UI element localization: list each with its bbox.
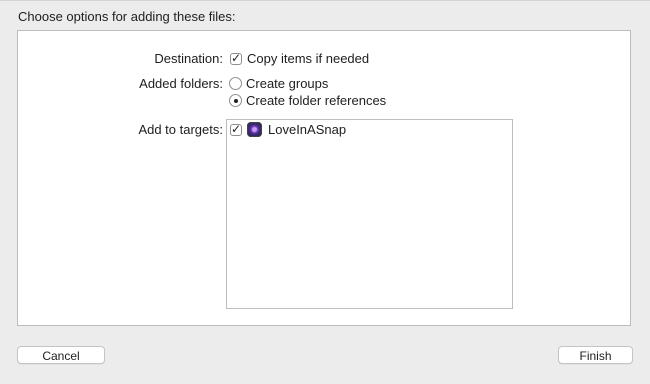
create-folder-references-option[interactable]: Create folder references (229, 93, 386, 108)
targets-list[interactable]: ✓ LoveInASnap (226, 119, 513, 309)
create-groups-option[interactable]: Create groups (229, 76, 328, 91)
checkmark-icon: ✓ (231, 50, 242, 65)
checkmark-icon: ✓ (231, 121, 242, 136)
target-item[interactable]: ✓ LoveInASnap (230, 122, 346, 137)
add-to-targets-label: Add to targets: (138, 122, 223, 137)
target-name: LoveInASnap (268, 122, 347, 137)
target-checkbox[interactable]: ✓ (230, 121, 242, 136)
app-icon (247, 122, 262, 137)
create-groups-radio[interactable] (229, 77, 242, 90)
copy-items-option[interactable]: ✓ Copy items if needed (230, 51, 369, 66)
create-folder-references-radio[interactable] (229, 94, 242, 107)
added-folders-label: Added folders: (139, 76, 223, 91)
create-folder-references-label: Create folder references (246, 93, 387, 108)
radio-selected-dot (233, 98, 238, 103)
sheet-top-border (0, 0, 650, 1)
copy-items-checkbox[interactable]: ✓ (230, 50, 242, 65)
destination-label: Destination: (154, 51, 223, 66)
cancel-button[interactable]: Cancel (17, 346, 105, 364)
copy-items-label: Copy items if needed (247, 51, 370, 66)
create-groups-label: Create groups (246, 76, 329, 91)
dialog-heading: Choose options for adding these files: (18, 9, 236, 24)
finish-button[interactable]: Finish (558, 346, 633, 364)
